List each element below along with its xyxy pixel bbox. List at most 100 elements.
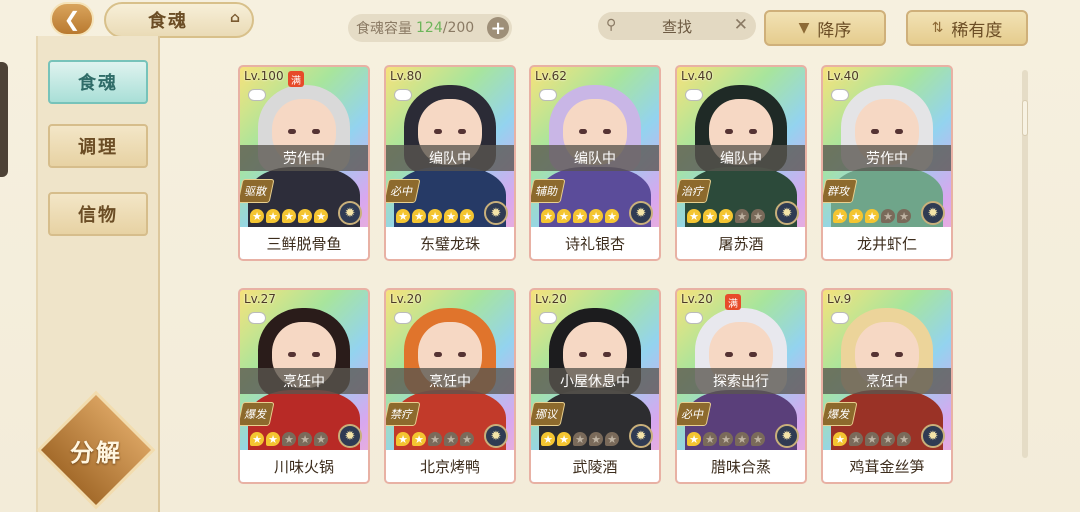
food-soul-card[interactable]: Lv.62 编队中 辅助 ★ ★ ★ ★ ★ ✹ 诗礼银杏 — [529, 65, 661, 261]
decompose-button[interactable]: 分解 — [54, 408, 138, 492]
sort-down-icon: ▼ — [798, 20, 810, 36]
star-icon: ★ — [314, 209, 328, 223]
capacity-current: 124 — [416, 20, 443, 36]
tab-recipes[interactable]: 调理 — [48, 124, 148, 168]
food-soul-card[interactable]: Lv.40 劳作中 群攻 ★ ★ ★ ★ ★ ✹ 龙井虾仁 — [821, 65, 953, 261]
character-name: 诗礼银杏 — [531, 227, 659, 259]
portrait-eye — [434, 129, 442, 134]
star-icon: ★ — [751, 209, 765, 223]
food-soul-card[interactable]: Lv.100 满 劳作中 驱散 ★ ★ ★ ★ ★ ✹ 三鲜脱骨鱼 — [238, 65, 370, 261]
bowl-icon — [831, 312, 849, 324]
star-rating: ★ ★ ★ ★ ★ — [833, 209, 911, 223]
star-icon: ★ — [298, 209, 312, 223]
character-name: 龙井虾仁 — [823, 227, 951, 259]
status-label: 劳作中 — [823, 145, 951, 171]
role-badge: 驱散 — [240, 179, 275, 203]
element-type-icon: ✹ — [338, 424, 362, 448]
bowl-icon — [831, 89, 849, 101]
role-badge: 禁疗 — [386, 402, 421, 426]
portrait-eye — [895, 352, 903, 357]
star-rating: ★ ★ ★ ★ ★ — [396, 209, 474, 223]
status-label: 探索出行 — [677, 368, 805, 394]
sort-rarity-button[interactable]: ⇅ 稀有度 — [906, 10, 1028, 46]
character-name: 屠苏酒 — [677, 227, 805, 259]
character-name: 三鲜脱骨鱼 — [240, 227, 368, 259]
clear-search-icon[interactable]: ✕ — [734, 15, 748, 35]
star-icon: ★ — [703, 209, 717, 223]
max-badge: 满 — [725, 294, 741, 310]
tab-food-souls[interactable]: 食魂 — [48, 60, 148, 104]
food-soul-card[interactable]: Lv.20 小屋休息中 挪议 ★ ★ ★ ★ ★ ✹ 武陵酒 — [529, 288, 661, 484]
scroll-thumb[interactable] — [1022, 100, 1028, 136]
search-input[interactable]: 查找 — [662, 16, 692, 37]
star-icon: ★ — [605, 209, 619, 223]
search-box[interactable]: ⚲ 查找 ✕ — [598, 12, 756, 40]
bowl-icon — [539, 89, 557, 101]
star-icon: ★ — [396, 209, 410, 223]
element-type-icon: ✹ — [921, 424, 945, 448]
star-icon: ★ — [282, 209, 296, 223]
food-soul-card[interactable]: Lv.27 烹饪中 爆发 ★ ★ ★ ★ ★ ✹ 川味火锅 — [238, 288, 370, 484]
status-label: 烹饪中 — [386, 368, 514, 394]
character-name: 北京烤鸭 — [386, 450, 514, 482]
top-bar: ❮ 食魂 ⌂ 食魂容量 124 /200 + ⚲ 查找 ✕ ▼ 降序 ⇅ 稀有度 — [0, 0, 1080, 46]
star-icon: ★ — [444, 209, 458, 223]
scrollbar[interactable] — [1022, 70, 1028, 458]
star-rating: ★ ★ ★ ★ ★ — [833, 432, 911, 446]
role-badge: 挪议 — [531, 402, 566, 426]
add-capacity-button[interactable]: + — [487, 17, 509, 39]
page-title-tab: 食魂 ⌂ — [104, 2, 254, 38]
star-icon: ★ — [719, 432, 733, 446]
max-badge: 满 — [288, 71, 304, 87]
star-rating: ★ ★ ★ ★ ★ — [396, 432, 474, 446]
star-icon: ★ — [849, 432, 863, 446]
star-icon: ★ — [865, 432, 879, 446]
star-rating: ★ ★ ★ ★ ★ — [541, 209, 619, 223]
status-label: 小屋休息中 — [531, 368, 659, 394]
sort-order-button[interactable]: ▼ 降序 — [764, 10, 886, 46]
food-soul-card[interactable]: Lv.40 编队中 治疗 ★ ★ ★ ★ ★ ✹ 屠苏酒 — [675, 65, 807, 261]
status-label: 编队中 — [531, 145, 659, 171]
star-icon: ★ — [541, 432, 555, 446]
level-label: Lv.40 — [681, 69, 713, 83]
portrait-eye — [288, 129, 296, 134]
star-icon: ★ — [589, 209, 603, 223]
capacity-label: 食魂容量 — [356, 21, 412, 37]
level-label: Lv.20 — [535, 292, 567, 306]
star-icon: ★ — [897, 209, 911, 223]
bowl-icon — [539, 312, 557, 324]
star-icon: ★ — [687, 432, 701, 446]
portrait-eye — [725, 129, 733, 134]
star-icon: ★ — [849, 209, 863, 223]
star-icon: ★ — [541, 209, 555, 223]
level-label: Lv.20 — [681, 292, 713, 306]
star-icon: ★ — [266, 209, 280, 223]
food-soul-card[interactable]: Lv.9 烹饪中 爆发 ★ ★ ★ ★ ★ ✹ 鸡茸金丝笋 — [821, 288, 953, 484]
portrait-eye — [749, 352, 757, 357]
role-badge: 爆发 — [240, 402, 275, 426]
status-label: 烹饪中 — [240, 368, 368, 394]
tab-tokens[interactable]: 信物 — [48, 192, 148, 236]
star-icon: ★ — [557, 432, 571, 446]
star-icon: ★ — [444, 432, 458, 446]
device-edge — [0, 62, 8, 177]
bowl-icon — [248, 89, 266, 101]
role-badge: 辅助 — [531, 179, 566, 203]
page-title: 食魂 — [148, 11, 188, 32]
level-label: Lv.20 — [390, 292, 422, 306]
element-type-icon: ✹ — [338, 201, 362, 225]
home-icon[interactable]: ⌂ — [230, 10, 242, 26]
sort-order-label: 降序 — [817, 20, 852, 41]
food-soul-card[interactable]: Lv.20 满 探索出行 必中 ★ ★ ★ ★ ★ ✹ 腊味合蒸 — [675, 288, 807, 484]
element-type-icon: ✹ — [484, 201, 508, 225]
portrait-eye — [458, 352, 466, 357]
portrait-eye — [312, 129, 320, 134]
food-soul-card[interactable]: Lv.20 烹饪中 禁疗 ★ ★ ★ ★ ★ ✹ 北京烤鸭 — [384, 288, 516, 484]
role-badge: 群攻 — [823, 179, 858, 203]
star-icon: ★ — [412, 432, 426, 446]
back-button[interactable]: ❮ — [50, 2, 94, 36]
star-icon: ★ — [557, 209, 571, 223]
level-label: Lv.9 — [827, 292, 852, 306]
bowl-icon — [248, 312, 266, 324]
food-soul-card[interactable]: Lv.80 编队中 必中 ★ ★ ★ ★ ★ ✹ 东璧龙珠 — [384, 65, 516, 261]
